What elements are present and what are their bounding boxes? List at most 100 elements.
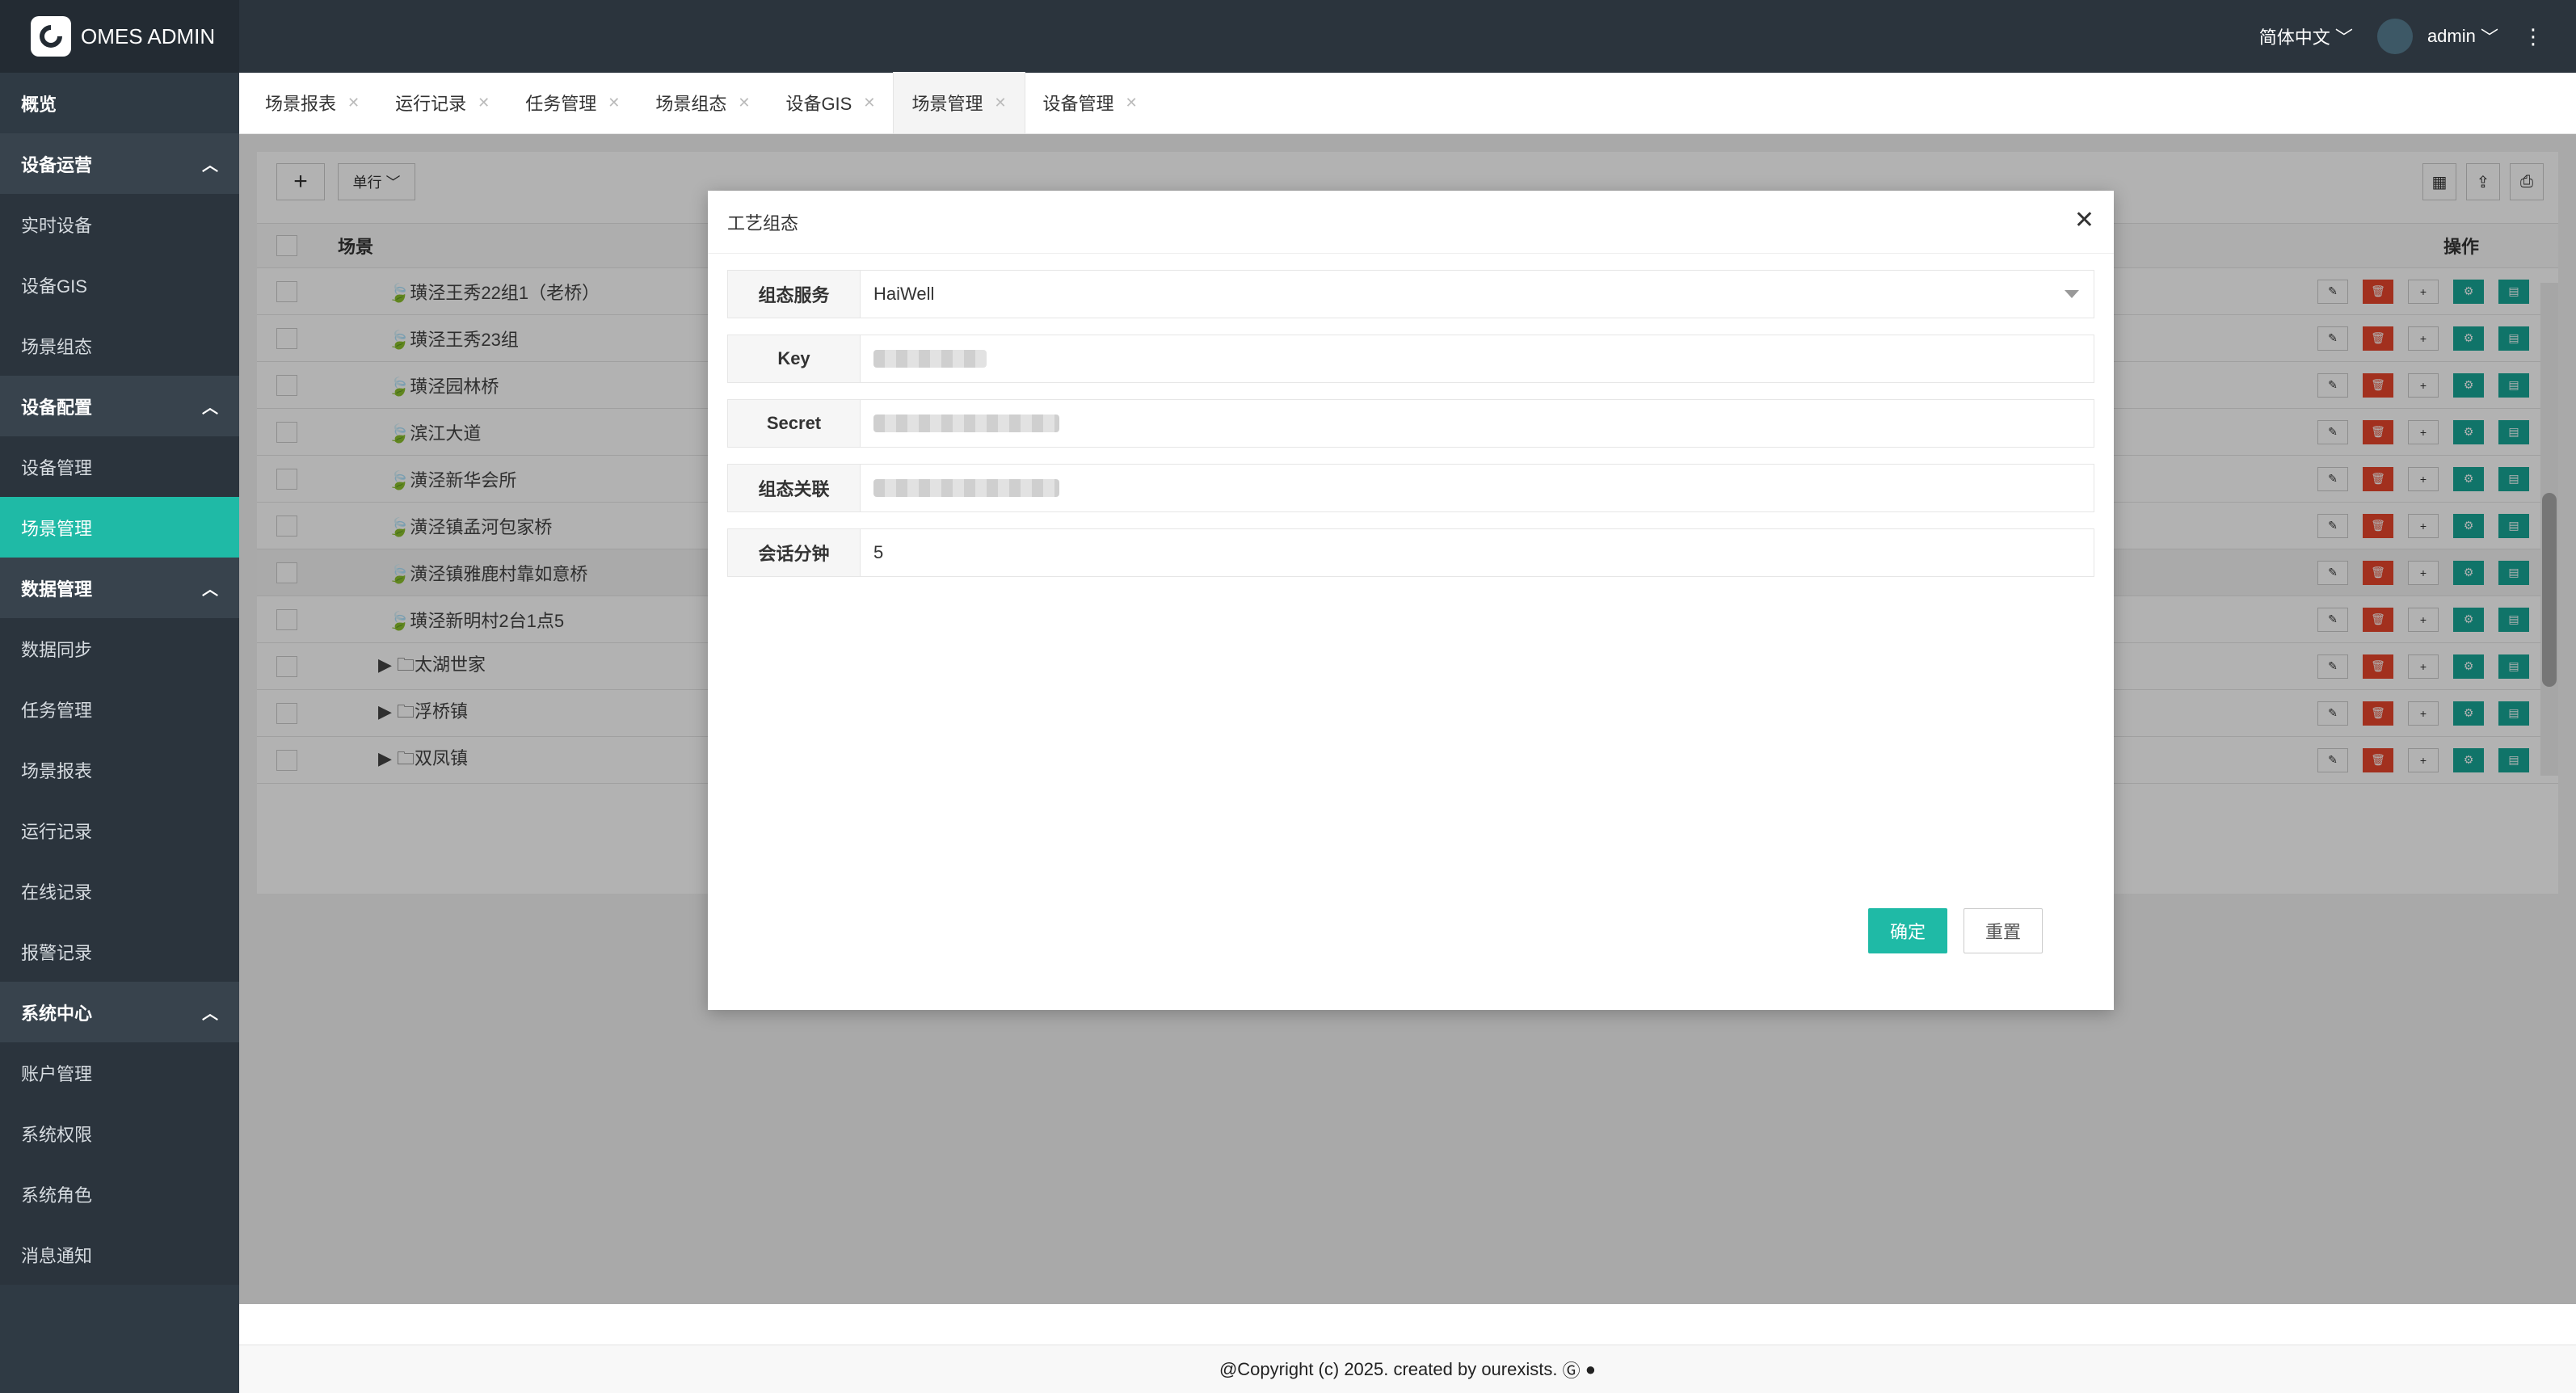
sidebar-item-label: 报警记录 xyxy=(21,942,93,963)
tab-4[interactable]: 设备GIS ✕ xyxy=(768,72,893,133)
field-input-3[interactable] xyxy=(861,465,2094,511)
chevron-up-icon: ︿ xyxy=(202,581,218,599)
username: admin xyxy=(2427,26,2476,46)
field-input-2[interactable] xyxy=(861,400,2094,447)
language-label: 简体中文 xyxy=(2258,27,2330,48)
close-icon[interactable]: ✕ xyxy=(1126,95,1138,112)
tab-label: 任务管理 xyxy=(525,94,597,114)
sidebar-item-17[interactable]: 系统权限 xyxy=(0,1103,239,1164)
sidebar-item-label: 场景管理 xyxy=(21,518,93,539)
tab-label: 设备管理 xyxy=(1042,94,1114,114)
field-label: Key xyxy=(728,335,861,382)
sidebar-group-15[interactable]: 系统中心 ︿ xyxy=(0,982,239,1042)
chevron-up-icon: ︿ xyxy=(202,399,218,417)
field-input-0[interactable]: HaiWell xyxy=(861,271,2094,318)
chevron-up-icon: ︿ xyxy=(202,157,218,175)
field-label: 会话分钟 xyxy=(728,529,861,576)
sidebar-item-label: 账户管理 xyxy=(21,1063,93,1084)
sidebar-item-label: 数据管理 xyxy=(21,579,93,600)
close-icon[interactable]: ✕ xyxy=(994,95,1006,112)
app-title: OMES ADMIN xyxy=(81,23,216,48)
sidebar-item-label: 设备运营 xyxy=(21,154,93,175)
close-icon[interactable]: ✕ xyxy=(478,95,490,112)
masked-value xyxy=(873,479,1059,497)
tab-bar: 场景报表 ✕ 运行记录 ✕ 任务管理 ✕ 场景组态 ✕ 设备GIS ✕ 场景管理 ✕ 设备管理 ✕ xyxy=(239,72,2576,134)
sidebar-item-label: 设备管理 xyxy=(21,457,93,478)
modal-title: 工艺组态 xyxy=(727,213,799,234)
sidebar-item-label: 设备GIS xyxy=(21,276,87,297)
sidebar-item-label: 系统中心 xyxy=(21,1003,93,1024)
sidebar-item-label: 消息通知 xyxy=(21,1245,93,1266)
sidebar-item-label: 实时设备 xyxy=(21,215,93,236)
tab-label: 场景报表 xyxy=(265,94,337,114)
top-header: 简体中文 ﹀ admin ﹀ ⋮ xyxy=(239,0,2576,73)
sidebar-item-16[interactable]: 账户管理 xyxy=(0,1042,239,1103)
avatar xyxy=(2376,19,2413,54)
tab-label: 运行记录 xyxy=(395,94,467,114)
sidebar-item-3[interactable]: 设备GIS xyxy=(0,255,239,315)
github-icon[interactable]: ● xyxy=(1585,1359,1596,1380)
sidebar-item-7[interactable]: 场景管理 xyxy=(0,497,239,558)
sidebar-group-1[interactable]: 设备运营 ︿ xyxy=(0,133,239,194)
sidebar-item-label: 场景组态 xyxy=(21,336,93,357)
content-bottom xyxy=(239,1304,2576,1345)
sidebar-item-13[interactable]: 在线记录 xyxy=(0,861,239,921)
sidebar-item-12[interactable]: 运行记录 xyxy=(0,800,239,861)
sidebar-nav: 概览 设备运营 ︿ 实时设备 设备GIS 场景组态 设备配置 ︿ 设备管理 场景管理 数据管理 ︿ 数据… xyxy=(0,73,239,1285)
field-label: 组态关联 xyxy=(728,465,861,511)
form-row: 组态服务 HaiWell xyxy=(727,270,2094,318)
field-input-1[interactable] xyxy=(861,335,2094,382)
sidebar-group-5[interactable]: 设备配置 ︿ xyxy=(0,376,239,436)
footer: @Copyright (c) 2025. created by ourexist… xyxy=(239,1345,2576,1393)
sidebar-item-label: 设备配置 xyxy=(21,397,93,418)
sidebar-item-label: 任务管理 xyxy=(21,700,93,721)
field-label: 组态服务 xyxy=(728,271,861,318)
sidebar-item-4[interactable]: 场景组态 xyxy=(0,315,239,376)
language-switcher[interactable]: 简体中文 ﹀ xyxy=(2259,23,2353,49)
gitee-icon[interactable]: Ⓖ xyxy=(1563,1357,1581,1382)
more-menu-icon[interactable]: ⋮ xyxy=(2523,24,2544,49)
reset-button[interactable]: 重置 xyxy=(1964,908,2043,953)
sidebar-item-label: 概览 xyxy=(21,94,57,115)
chevron-down-icon: ﹀ xyxy=(2480,27,2498,48)
form-row: 组态关联 xyxy=(727,464,2094,512)
field-input-4[interactable]: 5 xyxy=(861,529,2094,576)
sidebar-item-10[interactable]: 任务管理 xyxy=(0,679,239,739)
tab-label: 场景管理 xyxy=(911,94,983,114)
sidebar-item-6[interactable]: 设备管理 xyxy=(0,436,239,497)
sidebar-item-11[interactable]: 场景报表 xyxy=(0,739,239,800)
dropdown-caret-icon xyxy=(2065,290,2079,298)
sidebar-item-14[interactable]: 报警记录 xyxy=(0,921,239,982)
field-value: HaiWell xyxy=(873,284,935,304)
form-row: Key xyxy=(727,335,2094,383)
sidebar-item-18[interactable]: 系统角色 xyxy=(0,1164,239,1224)
form-row: Secret xyxy=(727,399,2094,448)
sidebar-item-9[interactable]: 数据同步 xyxy=(0,618,239,679)
sidebar-item-0[interactable]: 概览 xyxy=(0,73,239,133)
sidebar-item-2[interactable]: 实时设备 xyxy=(0,194,239,255)
tab-1[interactable]: 运行记录 ✕ xyxy=(377,72,507,133)
tab-6[interactable]: 设备管理 ✕ xyxy=(1025,72,1155,133)
modal-form: 组态服务 HaiWell Key Secret 组态关联会话分钟 5 xyxy=(727,270,2094,593)
tab-label: 设备GIS xyxy=(785,94,852,114)
sidebar-item-19[interactable]: 消息通知 xyxy=(0,1224,239,1285)
close-icon[interactable]: ✕ xyxy=(2074,208,2094,233)
close-icon[interactable]: ✕ xyxy=(608,95,620,112)
close-icon[interactable]: ✕ xyxy=(347,95,360,112)
confirm-button[interactable]: 确定 xyxy=(1868,908,1947,953)
tab-5[interactable]: 场景管理 ✕ xyxy=(893,72,1025,133)
field-label: Secret xyxy=(728,400,861,447)
close-icon[interactable]: ✕ xyxy=(738,95,750,112)
tab-2[interactable]: 任务管理 ✕ xyxy=(507,72,638,133)
sidebar-item-label: 系统权限 xyxy=(21,1124,93,1145)
tab-3[interactable]: 场景组态 ✕ xyxy=(638,72,768,133)
masked-value xyxy=(873,350,987,368)
user-menu[interactable]: admin ﹀ xyxy=(2376,19,2498,54)
field-value: 5 xyxy=(873,542,884,562)
tab-0[interactable]: 场景报表 ✕ xyxy=(247,72,377,133)
config-modal: 工艺组态 ✕ 组态服务 HaiWell Key Secret 组态关联 会话分钟 5 确定 … xyxy=(708,191,2114,1010)
copyright-text: @Copyright (c) 2025. created by ourexist… xyxy=(1219,1358,1558,1379)
close-icon[interactable]: ✕ xyxy=(863,95,875,112)
sidebar-group-8[interactable]: 数据管理 ︿ xyxy=(0,558,239,618)
sidebar: OMES ADMIN 概览设备运营 ︿ 实时设备设备GIS 场景组态设备配置 ︿ 设备管理… xyxy=(0,0,239,1393)
